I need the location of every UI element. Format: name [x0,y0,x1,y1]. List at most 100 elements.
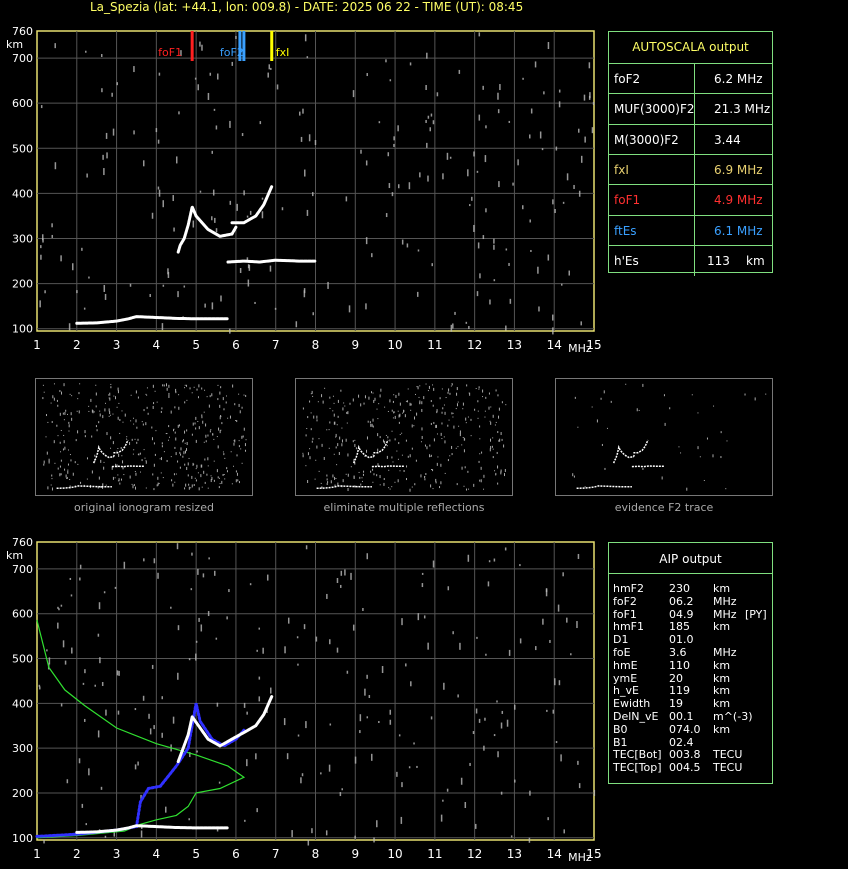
series-multiple [226,258,317,264]
noise-dot [625,383,627,385]
aip-name: D1 [613,633,629,647]
noise-dot [95,384,97,386]
noise-dot [328,764,331,772]
noise-dot [432,384,434,386]
noise-dot [200,474,202,478]
noise-dot [484,410,486,412]
noise-dot [314,478,316,480]
noise-dot [464,802,467,809]
noise-dot [389,709,392,715]
noise-dot [354,443,356,447]
noise-dot [481,451,483,454]
noise-dot [43,839,45,844]
noise-dot [75,439,77,442]
noise-dot [133,449,135,451]
noise-dot [241,462,243,464]
autoscala-row-fof2: foF2 6.2 MHz [609,63,772,94]
noise-dot [245,394,247,397]
noise-dot [74,461,76,464]
noise-dot [311,390,313,394]
noise-dot [131,483,133,485]
noise-dot [305,721,307,729]
noise-dot [59,412,61,416]
noise-dot [206,473,208,476]
noise-dot [482,85,484,90]
noise-dot [52,395,54,399]
noise-dot [577,760,579,765]
noise-dot [341,427,343,429]
noise-dot [117,416,119,420]
noise-dot [185,483,187,487]
aip-name: TEC[Top] [613,761,662,775]
x-tick-label: 15 [586,847,601,861]
noise-dot [187,474,189,477]
noise-dot [399,413,401,417]
noise-dot [178,406,180,410]
aip-value: 00.1 [669,710,694,723]
noise-dot [100,54,103,58]
noise-dot [451,453,453,456]
noise-dot [270,67,272,70]
noise-dot [103,466,105,470]
noise-dot [477,400,479,403]
noise-dot [467,416,469,418]
noise-dot [457,446,459,448]
noise-dot [300,777,302,784]
noise-dot [398,442,400,445]
noise-dot [482,389,484,393]
aip-unit: km [713,620,731,634]
noise-dot [492,437,494,439]
noise-dot [86,457,88,460]
noise-dot [302,452,304,454]
noise-dot [173,473,175,476]
noise-dot [70,594,73,597]
noise-dot [311,828,313,834]
x-unit-label: MHz [568,342,592,355]
noise-dot [456,403,458,407]
noise-dot [221,422,223,425]
noise-dot [326,474,328,477]
noise-dot [407,455,409,458]
x-tick-label: 14 [547,847,562,861]
noise-dot [184,387,186,389]
noise-dot [274,307,277,310]
noise-dot [463,449,465,453]
noise-dot [421,427,423,431]
x-tick-label: 14 [547,338,562,352]
noise-dot [318,438,320,440]
y-tick-label: 200 [12,278,33,291]
x-tick-label: 4 [153,847,161,861]
noise-dot [134,471,136,473]
x-unit-label: MHz [568,851,592,864]
noise-dot [316,419,318,422]
noise-dot [497,109,500,114]
noise-dot [456,387,458,391]
noise-dot [712,454,714,458]
noise-dot [391,486,393,488]
noise-dot [490,421,492,425]
aip-value: 074.0 [669,722,701,736]
noise-dot [315,459,317,461]
noise-dot [413,742,415,745]
noise-dot [332,474,334,478]
autoscala-label: MUF(3000)F2 [614,102,695,117]
noise-dot [129,475,131,479]
noise-dot [125,438,127,440]
noise-dot [469,204,471,207]
noise-dot [454,311,456,315]
noise-dot [642,467,644,470]
noise-dot [175,473,177,475]
noise-dot [195,653,197,661]
noise-dot [431,263,433,267]
noise-dot [102,484,104,486]
noise-dot [40,105,43,109]
noise-dot [405,663,407,667]
noise-dot [149,294,151,298]
x-tick-label: 3 [113,338,121,352]
noise-dot [53,440,55,444]
noise-dot [114,477,116,479]
noise-dot [254,301,256,304]
noise-dot [60,459,62,462]
noise-dot [407,388,409,390]
noise-dot [455,408,457,410]
